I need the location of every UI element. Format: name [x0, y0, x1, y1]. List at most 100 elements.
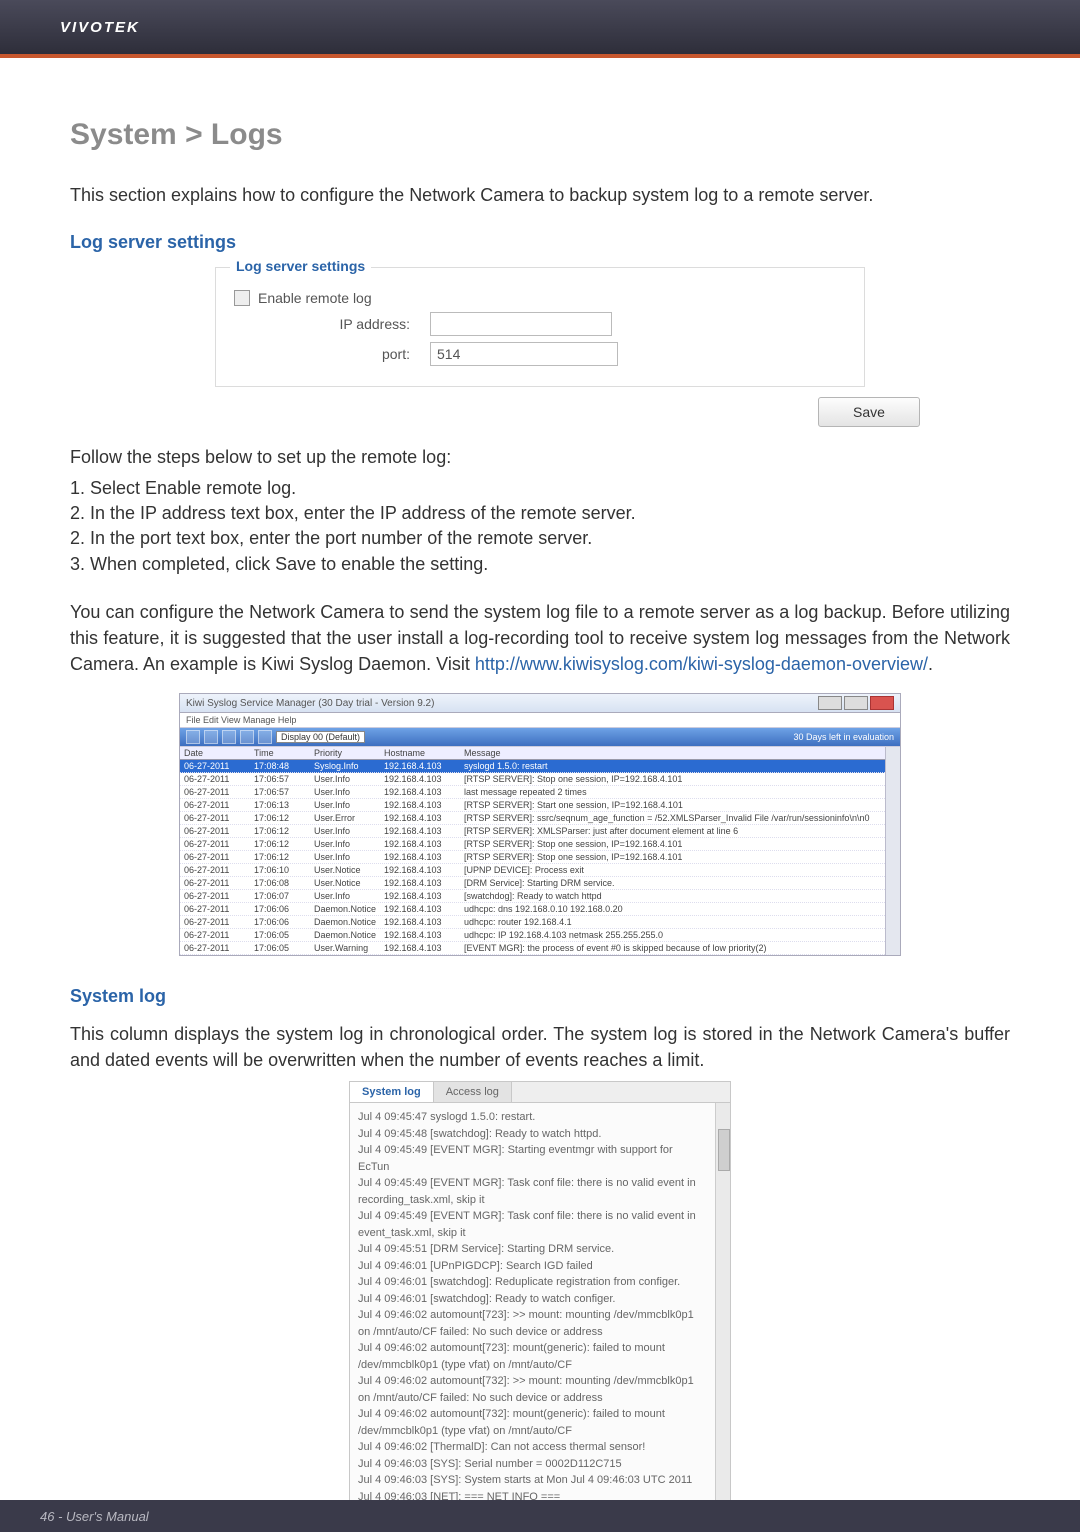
table-cell: 17:06:08 [254, 878, 314, 888]
table-cell: 06-27-2011 [184, 917, 254, 927]
enable-remote-log-checkbox[interactable] [234, 290, 250, 306]
table-row[interactable]: 06-27-201117:06:57User.Info192.168.4.103… [180, 786, 885, 799]
kiwi-table: Date Time Priority Hostname Message 06-2… [180, 747, 885, 955]
table-row[interactable]: 06-27-201117:06:06Daemon.Notice192.168.4… [180, 916, 885, 929]
steps-intro: Follow the steps below to set up the rem… [70, 447, 1010, 468]
table-cell: 17:06:13 [254, 800, 314, 810]
trial-text: 30 Days left in evaluation [793, 732, 894, 742]
toolbar-icon[interactable] [222, 730, 236, 744]
minimize-icon[interactable] [818, 696, 842, 710]
step-4: 3. When completed, click Save to enable … [70, 552, 1010, 577]
toolbar-icon[interactable] [240, 730, 254, 744]
table-cell: 17:06:06 [254, 917, 314, 927]
table-cell: [UPNP DEVICE]: Process exit [464, 865, 881, 875]
log-line: Jul 4 09:46:01 [UPnPIGDCP]: Search IGD f… [358, 1258, 707, 1275]
table-cell: [DRM Service]: Starting DRM service. [464, 878, 881, 888]
kiwi-toolbar: Display 00 (Default) 30 Days left in eva… [180, 728, 900, 747]
table-cell: udhcpc: router 192.168.4.1 [464, 917, 881, 927]
ip-address-input[interactable] [430, 312, 612, 336]
table-cell: 192.168.4.103 [384, 761, 464, 771]
table-cell: 17:06:12 [254, 826, 314, 836]
toolbar-icon[interactable] [258, 730, 272, 744]
col-date: Date [184, 748, 254, 758]
table-cell: syslogd 1.5.0: restart [464, 761, 881, 771]
log-server-settings-panel: Log server settings Enable remote log IP… [215, 267, 865, 387]
table-cell: 06-27-2011 [184, 943, 254, 953]
toolbar-icon[interactable] [186, 730, 200, 744]
table-row[interactable]: 06-27-201117:06:08User.Notice192.168.4.1… [180, 877, 885, 890]
log-line: Jul 4 09:46:02 [ThermalD]: Can not acces… [358, 1439, 707, 1456]
table-cell: [RTSP SERVER]: Stop one session, IP=192.… [464, 852, 881, 862]
maximize-icon[interactable] [844, 696, 868, 710]
remote-paragraph-b: . [928, 654, 933, 674]
intro-text: This section explains how to configure t… [70, 182, 1010, 208]
table-cell: 17:08:48 [254, 761, 314, 771]
table-cell: 17:06:05 [254, 930, 314, 940]
table-row[interactable]: 06-27-201117:06:10User.Notice192.168.4.1… [180, 864, 885, 877]
col-message: Message [464, 748, 881, 758]
ip-address-label: IP address: [230, 316, 430, 332]
table-row[interactable]: 06-27-201117:06:05User.Warning192.168.4.… [180, 942, 885, 955]
table-row[interactable]: 06-27-201117:06:13User.Info192.168.4.103… [180, 799, 885, 812]
table-cell: User.Info [314, 839, 384, 849]
page-footer: 46 - User's Manual [0, 1500, 1080, 1532]
table-cell: Daemon.Notice [314, 917, 384, 927]
system-log-lines: Jul 4 09:45:47 syslogd 1.5.0: restart.Ju… [350, 1103, 715, 1511]
close-icon[interactable] [870, 696, 894, 710]
table-cell: User.Notice [314, 878, 384, 888]
table-cell: 17:06:12 [254, 813, 314, 823]
table-cell: 17:06:57 [254, 774, 314, 784]
table-cell: Daemon.Notice [314, 904, 384, 914]
log-line: Jul 4 09:46:03 [SYS]: System starts at M… [358, 1472, 707, 1489]
toolbar-icon[interactable] [204, 730, 218, 744]
log-line: Jul 4 09:46:02 automount[723]: mount(gen… [358, 1340, 707, 1373]
display-dropdown[interactable]: Display 00 (Default) [276, 731, 365, 743]
table-cell: User.Notice [314, 865, 384, 875]
table-cell: [RTSP SERVER]: Start one session, IP=192… [464, 800, 881, 810]
table-cell: 06-27-2011 [184, 865, 254, 875]
table-cell: 192.168.4.103 [384, 865, 464, 875]
table-row[interactable]: 06-27-201117:06:12User.Info192.168.4.103… [180, 851, 885, 864]
table-cell: 17:06:07 [254, 891, 314, 901]
table-cell: 192.168.4.103 [384, 930, 464, 940]
tab-system-log[interactable]: System log [350, 1082, 434, 1102]
kiwi-menubar[interactable]: File Edit View Manage Help [180, 713, 900, 728]
table-cell: [RTSP SERVER]: Stop one session, IP=192.… [464, 839, 881, 849]
log-server-heading: Log server settings [70, 232, 1010, 253]
system-log-paragraph: This column displays the system log in c… [70, 1021, 1010, 1073]
kiwi-titlebar: Kiwi Syslog Service Manager (30 Day tria… [180, 694, 900, 713]
table-row[interactable]: 06-27-201117:06:57User.Info192.168.4.103… [180, 773, 885, 786]
log-line: Jul 4 09:46:01 [swatchdog]: Reduplicate … [358, 1274, 707, 1291]
save-button[interactable]: Save [818, 397, 920, 427]
table-row[interactable]: 06-27-201117:06:06Daemon.Notice192.168.4… [180, 903, 885, 916]
table-row[interactable]: 06-27-201117:06:05Daemon.Notice192.168.4… [180, 929, 885, 942]
table-cell: 06-27-2011 [184, 852, 254, 862]
table-cell: 06-27-2011 [184, 930, 254, 940]
col-time: Time [254, 748, 314, 758]
kiwi-scrollbar[interactable] [885, 747, 900, 955]
step-1: 1. Select Enable remote log. [70, 476, 1010, 501]
table-row[interactable]: 06-27-201117:06:12User.Info192.168.4.103… [180, 825, 885, 838]
table-cell: 192.168.4.103 [384, 774, 464, 784]
table-cell: [RTSP SERVER]: ssrc/seqnum_age_function … [464, 813, 881, 823]
tab-access-log[interactable]: Access log [434, 1082, 512, 1102]
table-cell: 17:06:57 [254, 787, 314, 797]
table-cell: 06-27-2011 [184, 761, 254, 771]
log-line: Jul 4 09:46:01 [swatchdog]: Ready to wat… [358, 1291, 707, 1308]
scroll-thumb[interactable] [718, 1129, 730, 1171]
table-row[interactable]: 06-27-201117:06:12User.Info192.168.4.103… [180, 838, 885, 851]
port-input[interactable]: 514 [430, 342, 618, 366]
table-row[interactable]: 06-27-201117:06:07User.Info192.168.4.103… [180, 890, 885, 903]
breadcrumb: System > Logs [70, 118, 1010, 152]
system-log-panel: System log Access log Jul 4 09:45:47 sys… [349, 1081, 731, 1512]
table-cell: 17:06:06 [254, 904, 314, 914]
kiwi-link[interactable]: http://www.kiwisyslog.com/kiwi-syslog-da… [475, 654, 928, 674]
table-row[interactable]: 06-27-201117:08:48Syslog.Info192.168.4.1… [180, 760, 885, 773]
table-cell: Daemon.Notice [314, 930, 384, 940]
log-line: Jul 4 09:45:49 [EVENT MGR]: Starting eve… [358, 1142, 707, 1175]
table-cell: 192.168.4.103 [384, 826, 464, 836]
table-row[interactable]: 06-27-201117:06:12User.Error192.168.4.10… [180, 812, 885, 825]
table-cell: [RTSP SERVER]: Stop one session, IP=192.… [464, 774, 881, 784]
port-label: port: [230, 346, 430, 362]
system-log-scrollbar[interactable] [715, 1103, 730, 1511]
